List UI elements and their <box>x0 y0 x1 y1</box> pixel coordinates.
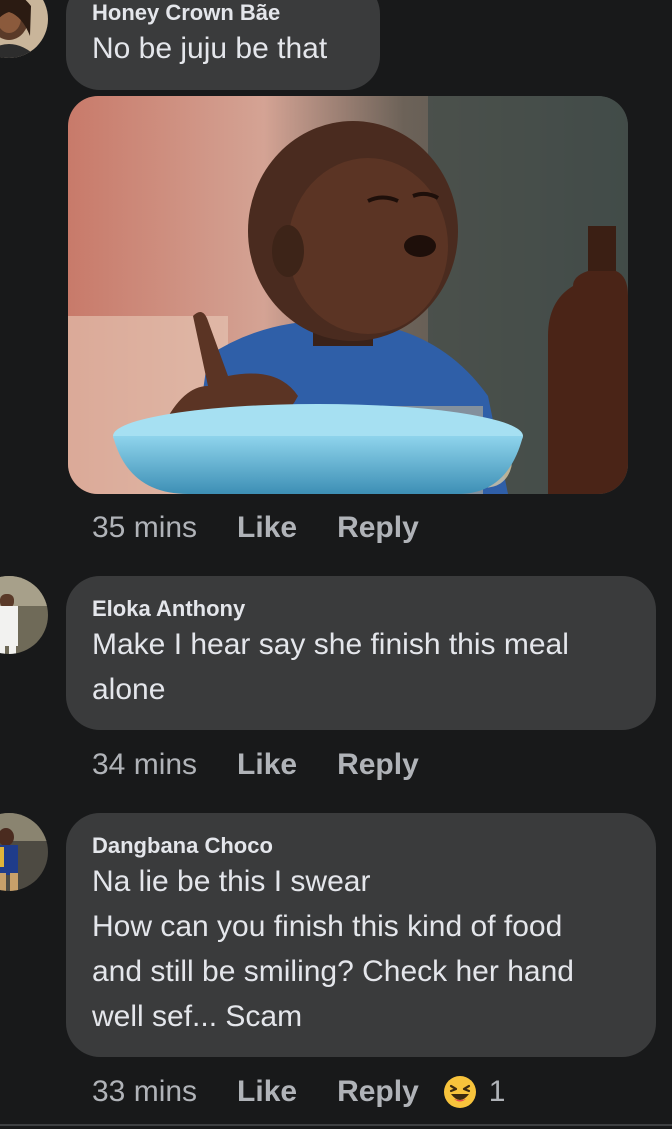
comment-text: No be juju be that <box>92 32 328 65</box>
like-button[interactable]: Like <box>237 748 297 782</box>
comment-actions: 35 mins Like Reply <box>92 508 419 548</box>
comment-time[interactable]: 33 mins <box>92 1075 197 1109</box>
reply-button[interactable]: Reply <box>337 748 419 782</box>
reaction-summary[interactable]: 1 <box>443 1075 506 1109</box>
avatar[interactable] <box>0 813 48 891</box>
comment-text: Na lie be this I swear How can you finis… <box>92 865 574 1033</box>
like-button[interactable]: Like <box>237 1075 297 1109</box>
reaction-count: 1 <box>488 1075 506 1108</box>
comment-text: Make I hear say she finish this meal alo… <box>92 628 569 706</box>
comment-actions: 34 mins Like Reply <box>92 745 419 785</box>
comment-photo[interactable] <box>68 96 628 494</box>
avatar[interactable] <box>0 0 48 58</box>
reply-button[interactable]: Reply <box>337 1075 419 1109</box>
comment-bubble: Honey Crown Bãe No be juju be that <box>66 0 380 90</box>
comment-bubble: Dangbana Choco Na lie be this I swear Ho… <box>66 813 656 1057</box>
laughing-emoji-icon <box>443 1076 476 1108</box>
divider <box>0 1124 672 1126</box>
comment-author[interactable]: Eloka Anthony <box>92 596 630 622</box>
comment-time[interactable]: 35 mins <box>92 511 197 545</box>
comment-author[interactable]: Honey Crown Bãe <box>92 0 354 26</box>
comment-actions: 33 mins Like Reply 1 <box>92 1072 505 1112</box>
comment-author[interactable]: Dangbana Choco <box>92 833 630 859</box>
reply-button[interactable]: Reply <box>337 511 419 545</box>
comment-time[interactable]: 34 mins <box>92 748 197 782</box>
like-button[interactable]: Like <box>237 511 297 545</box>
avatar[interactable] <box>0 576 48 654</box>
comment-bubble: Eloka Anthony Make I hear say she finish… <box>66 576 656 730</box>
